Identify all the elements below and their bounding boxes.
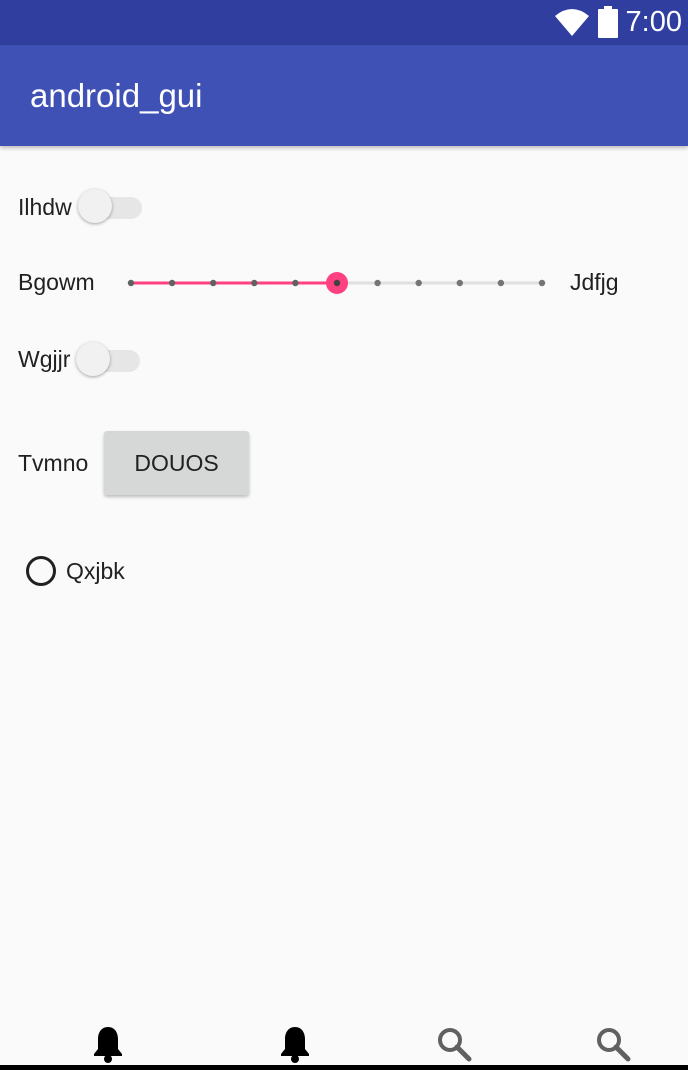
switch-wgjjr[interactable] xyxy=(76,340,144,380)
status-icons: 7:00 xyxy=(554,4,682,40)
bell-icon xyxy=(281,1027,309,1063)
wifi-icon xyxy=(554,9,589,36)
nav-bottom-edge xyxy=(0,1065,688,1070)
app-title: android_gui xyxy=(30,77,203,114)
switch-thumb xyxy=(78,189,112,223)
bell-icon xyxy=(94,1027,122,1063)
nav-item-search-1[interactable] xyxy=(430,1022,478,1066)
nav-item-search-2[interactable] xyxy=(589,1022,637,1066)
douos-button[interactable]: DOUOS xyxy=(104,431,249,495)
switch-ilhdw-label: Ilhdw xyxy=(18,194,72,220)
seekbar[interactable] xyxy=(122,264,552,302)
radio-circle[interactable] xyxy=(26,556,56,586)
nav-item-bell-1[interactable] xyxy=(84,1022,132,1066)
switch-wgjjr-label: Wgjjr xyxy=(18,346,71,372)
radio-qxjbk[interactable]: Qxjbk xyxy=(26,550,125,592)
status-bar: 7:00 xyxy=(0,0,688,45)
switch-thumb xyxy=(76,342,110,376)
search-icon xyxy=(438,1028,472,1062)
bottom-navigation xyxy=(0,1022,688,1070)
status-time: 7:00 xyxy=(625,5,682,38)
battery-icon xyxy=(597,6,618,38)
seekbar-end-label: Jdfjg xyxy=(570,269,619,295)
nav-item-bell-2[interactable] xyxy=(271,1022,319,1066)
radio-label: Qxjbk xyxy=(66,558,125,584)
switch-ilhdw[interactable] xyxy=(78,187,146,227)
button-row-label: Tvmno xyxy=(18,450,89,476)
seekbar-thumb-tick xyxy=(333,279,341,287)
seekbar-start-label: Bgowm xyxy=(18,269,95,295)
search-icon xyxy=(597,1028,631,1062)
app-bar: android_gui xyxy=(0,45,688,146)
